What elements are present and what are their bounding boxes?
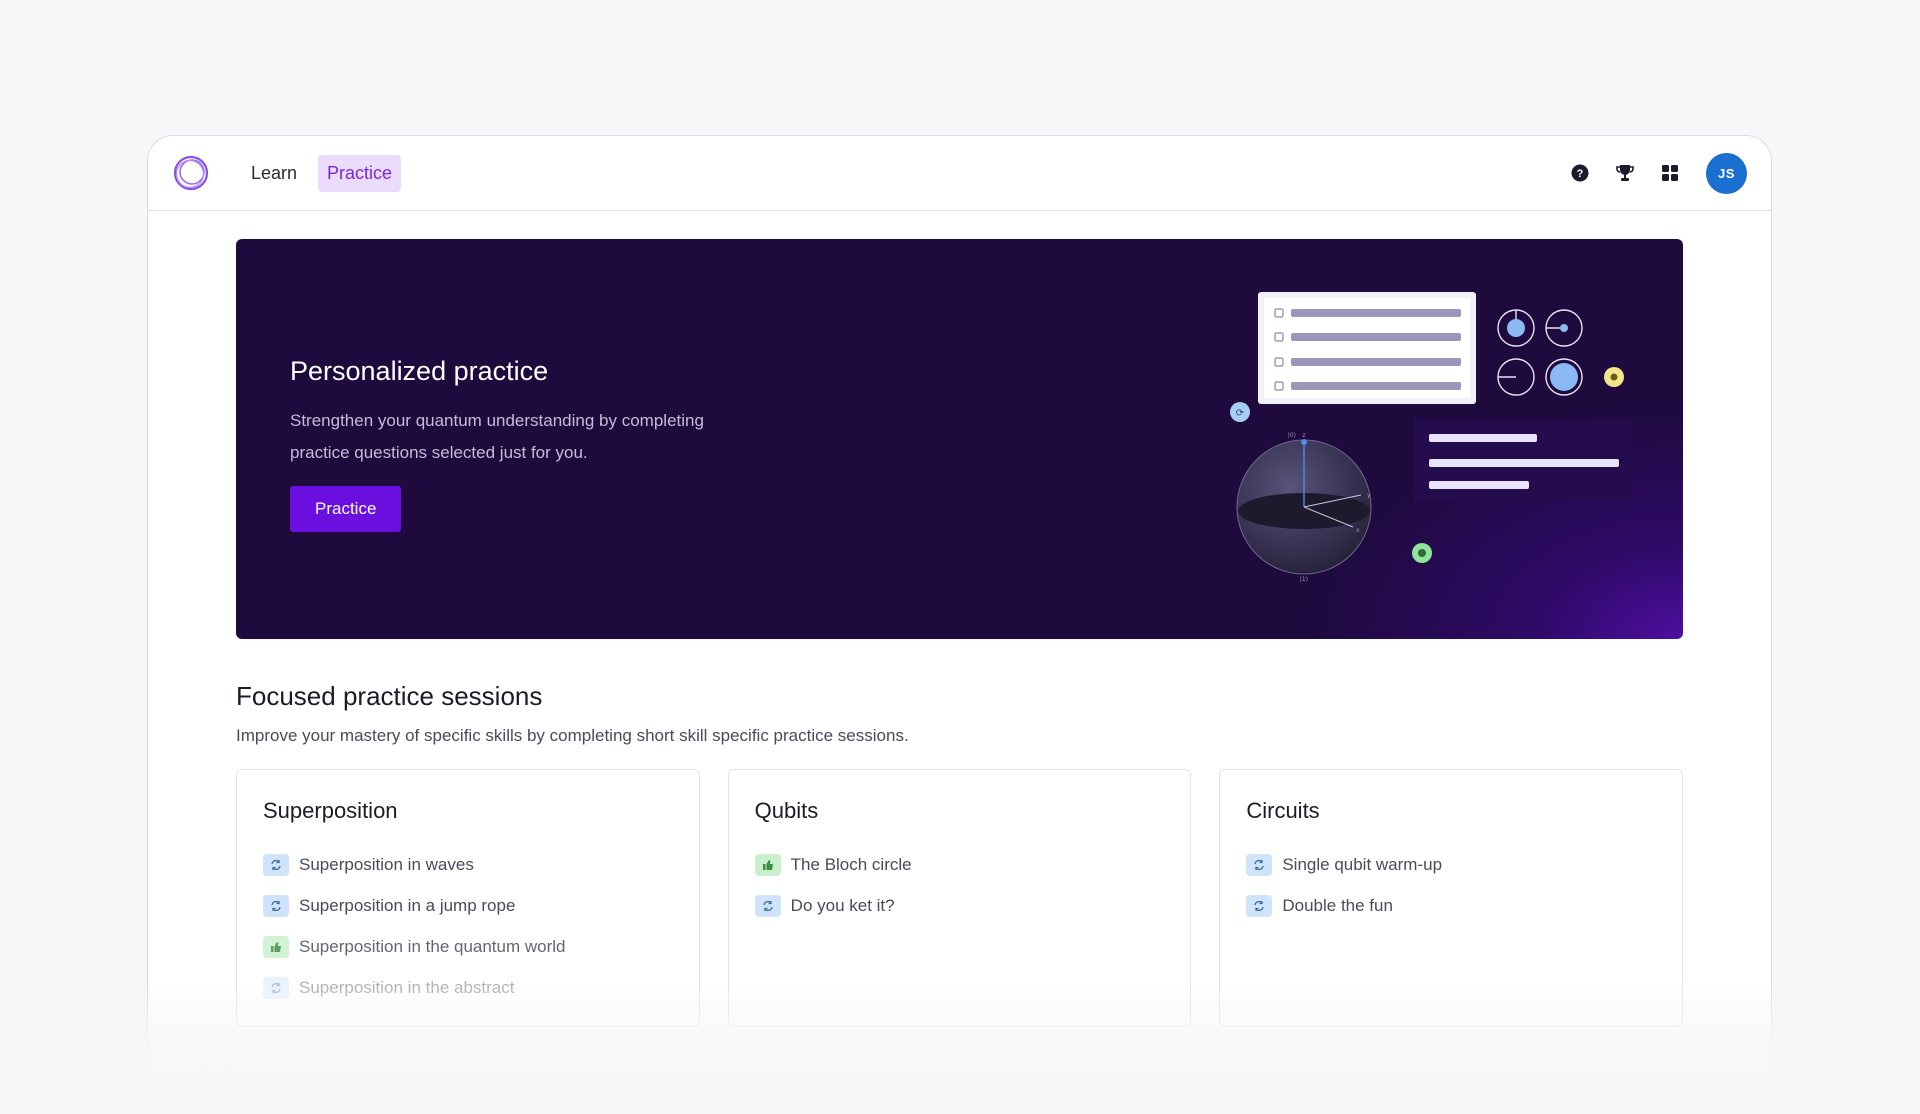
session-link[interactable]: Double the fun (1246, 885, 1656, 926)
card-title: Superposition (263, 798, 398, 823)
session-link[interactable]: Superposition in the abstract (263, 967, 673, 1008)
repeat-icon (1246, 853, 1273, 876)
session-label: Do you ket it? (790, 895, 895, 915)
svg-text:|1⟩: |1⟩ (1300, 576, 1308, 583)
session-label: Single qubit warm-up (1282, 854, 1443, 874)
svg-text:y: y (1367, 492, 1371, 499)
repeat-icon (263, 976, 289, 999)
session-label: Double the fun (1282, 895, 1393, 915)
practice-session-cards: Superposition Superposition in waves Sup… (236, 769, 1684, 1027)
card-title: Qubits (754, 798, 819, 823)
next-section-title: Open-ended practice areas (88, 1063, 404, 1093)
svg-text:⟳: ⟳ (1236, 408, 1245, 419)
bloch-sphere-illustration: z |0⟩ y x |1⟩ (1236, 432, 1372, 583)
user-avatar[interactable]: JS (1706, 152, 1747, 194)
repeat-icon (754, 894, 781, 917)
repeat-icon (263, 853, 289, 876)
app-window: Learn Practice ? JS Personalized practic… (147, 135, 1772, 1114)
section-description: Improve your mastery of specific skills … (236, 726, 909, 745)
card-superposition: Superposition Superposition in waves Sup… (236, 769, 700, 1027)
card-circuits: Circuits Single qubit warm-up Double the… (1219, 769, 1684, 1027)
banner-title: Personalized practice (290, 356, 549, 386)
session-link[interactable]: Superposition in the quantum world (263, 926, 673, 967)
banner-description: Strengthen your quantum understanding by… (290, 411, 704, 462)
logo-icon[interactable] (172, 153, 212, 193)
session-label: Superposition in the quantum world (299, 936, 566, 956)
help-icon[interactable]: ? (1569, 162, 1591, 184)
nav-learn[interactable]: Learn (242, 155, 306, 192)
nav-practice[interactable]: Practice (318, 154, 402, 192)
session-link[interactable]: Do you ket it? (754, 885, 1165, 926)
session-link[interactable]: The Bloch circle (754, 844, 1165, 885)
personalized-practice-banner: Personalized practice Strengthen your qu… (236, 239, 1683, 639)
card-qubits: Qubits The Bloch circle Do you ket it? (727, 769, 1192, 1027)
thumbs-up-icon (263, 935, 289, 958)
quantum-illustration: ⟳ z |0⟩ y x |1⟩ (1230, 292, 1632, 583)
practice-button[interactable]: Practice (290, 486, 402, 532)
session-label: The Bloch circle (790, 854, 912, 874)
repeat-icon (263, 894, 289, 917)
thumbs-up-icon (754, 853, 781, 876)
repeat-icon (1246, 894, 1273, 917)
session-link[interactable]: Single qubit warm-up (1246, 844, 1656, 885)
session-label: Superposition in a jump rope (299, 895, 516, 915)
apps-grid-icon[interactable] (1659, 162, 1681, 184)
session-link[interactable]: Superposition in waves (263, 844, 673, 885)
session-label: Superposition in the abstract (299, 977, 515, 997)
svg-text:z: z (1302, 432, 1305, 439)
section-title: Focused practice sessions (236, 681, 543, 711)
session-link[interactable]: Superposition in a jump rope (263, 885, 673, 926)
svg-text:|0⟩: |0⟩ (1288, 432, 1296, 439)
checklist-panel-illustration (1258, 292, 1476, 404)
main-content: Personalized practice Strengthen your qu… (148, 211, 1771, 1027)
session-label: Superposition in waves (299, 854, 474, 874)
top-navigation-bar: Learn Practice ? JS (148, 136, 1771, 211)
svg-text:?: ? (1577, 168, 1584, 180)
text-panel-illustration (1414, 419, 1632, 501)
card-title: Circuits (1246, 798, 1320, 823)
svg-text:x: x (1356, 527, 1360, 534)
trophy-icon[interactable] (1614, 162, 1636, 184)
